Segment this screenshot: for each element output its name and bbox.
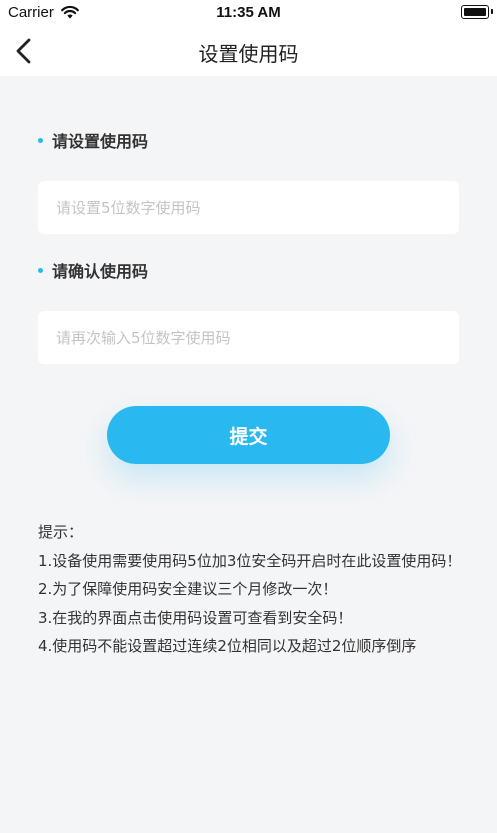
bullet-dot-icon [38,138,43,143]
battery-level [464,8,486,16]
page-title: 设置使用码 [198,42,299,66]
tips-section: 提示： 1.设备使用需要使用码5位加3位安全码开启时在此设置使用码！ 2.为了保… [38,518,468,661]
tip-item: 3.在我的界面点击使用码设置可查看到安全码！ [38,608,353,627]
status-time: 11:35 AM [216,4,281,21]
tip-item: 4.使用码不能设置超过连续2位相同以及超过2位顺序倒序 [38,637,417,655]
tips-heading: 提示： [38,523,84,541]
status-bar: Carrier 11:35 AM [0,0,497,26]
navigation-bar: 设置使用码 [0,26,497,76]
battery-tip [491,9,493,14]
battery-icon [461,5,489,19]
confirm-code-label-row: 请确认使用码 [38,258,148,282]
tip-item: 1.设备使用需要使用码5位加3位安全码开启时在此设置使用码！ [38,551,462,570]
confirm-code-label: 请确认使用码 [52,262,149,281]
submit-button[interactable]: 提交 [107,406,390,464]
bullet-dot-icon [38,268,43,273]
set-code-input[interactable] [38,181,459,234]
tip-item: 2.为了保障使用码安全建议三个月修改一次！ [38,580,338,598]
set-code-label: 请设置使用码 [52,132,149,151]
set-code-label-row: 请设置使用码 [38,128,148,152]
confirm-code-input[interactable] [38,311,459,364]
